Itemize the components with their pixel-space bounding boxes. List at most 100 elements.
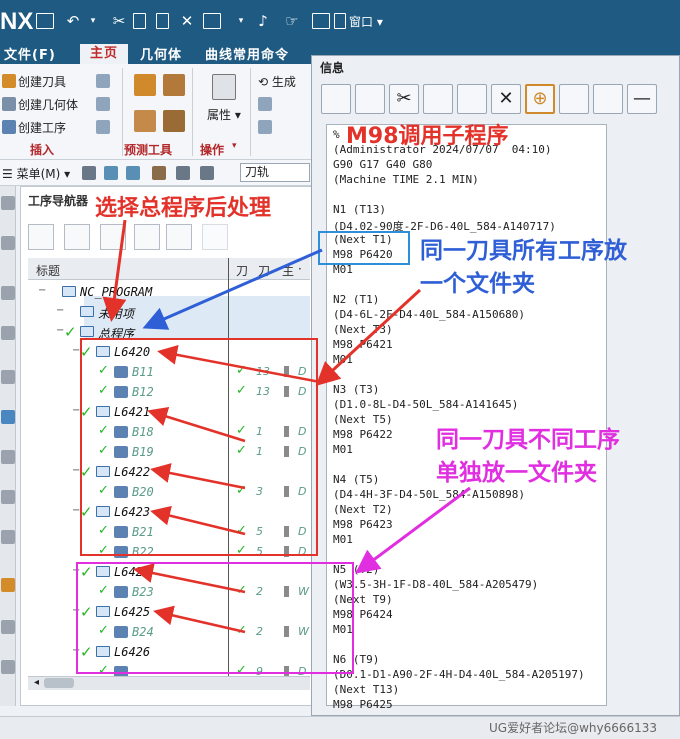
- copy-icon[interactable]: [133, 13, 146, 29]
- menu-button[interactable]: ☰ 菜单(M) ▾: [2, 165, 70, 182]
- code-line: N2 (T1): [333, 293, 380, 306]
- row-label: 未用项: [98, 307, 135, 321]
- annotation-select-post: 选择总程序后处理: [95, 196, 272, 221]
- show-icon[interactable]: [104, 166, 118, 180]
- binoculars-icon[interactable]: [559, 84, 589, 114]
- group-insert-label: 插入: [30, 143, 55, 157]
- create-geometry-button[interactable]: 创建几何体: [18, 96, 78, 113]
- resource-icon-1[interactable]: [1, 196, 15, 210]
- preview-tool-icon-1[interactable]: [134, 74, 156, 96]
- preview-tool-icon-4[interactable]: [163, 110, 185, 132]
- undo-dropdown-icon[interactable]: ▾: [84, 13, 102, 29]
- touch-mode-icon[interactable]: ☞: [283, 13, 301, 29]
- minimize-icon[interactable]: —: [627, 84, 657, 114]
- annotation-box-blue: [318, 231, 410, 265]
- create-program-button[interactable]: [166, 224, 192, 250]
- selection-filter-field[interactable]: 刀轨: [240, 163, 310, 182]
- resource-icon-2[interactable]: [1, 236, 15, 250]
- column-tool-1[interactable]: 刀: [236, 262, 248, 279]
- select-icon[interactable]: [200, 166, 214, 180]
- repeat-dropdown-icon[interactable]: ▾: [232, 13, 250, 29]
- paste-icon[interactable]: [156, 13, 169, 29]
- program-view-button[interactable]: [28, 224, 54, 250]
- ribbon-small-icon-5[interactable]: [258, 120, 272, 134]
- switch-window-icon[interactable]: [312, 13, 330, 29]
- annotation-same-tool-1: 同一刀具所有工序放: [420, 238, 627, 264]
- resource-icon-3[interactable]: [1, 286, 15, 300]
- folder-icon: [62, 286, 76, 297]
- delete-icon[interactable]: ✕: [178, 13, 196, 29]
- delete-button[interactable]: [202, 224, 228, 250]
- code-line: M01: [333, 353, 353, 366]
- resource-icon-10[interactable]: [1, 578, 15, 592]
- resource-icon-9[interactable]: [1, 530, 15, 544]
- code-line: M98 P6425: [333, 698, 393, 711]
- attributes-icon[interactable]: [212, 74, 236, 100]
- tab-home[interactable]: 主页: [80, 44, 129, 64]
- column-tool-2[interactable]: 刀: [258, 262, 270, 279]
- save-info-icon[interactable]: [321, 84, 351, 114]
- annotation-diff-op-2: 单独放一文件夹: [436, 460, 597, 486]
- preview-tool-icon-3[interactable]: [134, 110, 156, 132]
- filter-icon[interactable]: [176, 166, 190, 180]
- expand-toggle-icon[interactable]: −: [38, 285, 46, 296]
- copy-info-icon[interactable]: [423, 84, 453, 114]
- repeat-command-icon[interactable]: [203, 13, 221, 29]
- resource-icon-5[interactable]: [1, 370, 15, 384]
- link-icon[interactable]: [152, 166, 166, 180]
- info-side-area: [608, 124, 668, 706]
- tab-file[interactable]: 文件(F): [4, 44, 56, 63]
- ribbon-small-icon-1[interactable]: [96, 74, 110, 88]
- wrap-text-icon[interactable]: [593, 84, 623, 114]
- expand-toggle-icon[interactable]: −: [56, 305, 64, 316]
- paste-info-icon[interactable]: [457, 84, 487, 114]
- ribbon-small-icon-2[interactable]: [96, 97, 110, 111]
- ribbon-divider: [192, 68, 193, 156]
- code-line: M98 P6421: [333, 338, 393, 351]
- create-operation-button[interactable]: 创建工序: [18, 119, 66, 136]
- create-operation-icon: [2, 120, 16, 134]
- hide-icon[interactable]: [126, 166, 140, 180]
- cut-info-icon[interactable]: ✂: [389, 84, 419, 114]
- attributes-label: 属性: [207, 108, 232, 122]
- print-icon[interactable]: [355, 84, 385, 114]
- geometry-view-button[interactable]: [100, 224, 126, 250]
- mcs-icon[interactable]: [82, 166, 96, 180]
- navigator-tab-icon[interactable]: [1, 410, 15, 424]
- watermark: UG爱好者论坛@why6666133: [489, 721, 658, 735]
- save-icon[interactable]: [36, 13, 54, 29]
- code-line: M98 P6423: [333, 518, 393, 531]
- ribbon-small-icon-4[interactable]: [258, 97, 272, 111]
- code-line: (Next T5): [333, 413, 393, 426]
- delete-info-icon[interactable]: ✕: [491, 84, 521, 114]
- annotation-same-tool-2: 一个文件夹: [420, 271, 535, 297]
- column-main[interactable]: 主: [282, 262, 294, 279]
- preview-tool-icon-2[interactable]: [163, 74, 185, 96]
- tab-curve-commands[interactable]: 曲线常用命令: [205, 44, 289, 63]
- tab-geometry[interactable]: 几何体: [140, 44, 182, 63]
- scroll-left-icon[interactable]: ◂: [34, 677, 39, 688]
- resource-icon-8[interactable]: [1, 490, 15, 504]
- code-line: (D4-6L-2F-D4-40L_584-A150680): [333, 308, 526, 321]
- create-tool-button[interactable]: 创建刀具: [18, 73, 66, 90]
- microphone-icon[interactable]: ♪: [254, 13, 272, 29]
- undo-icon[interactable]: ↶: [64, 13, 82, 29]
- ribbon-divider: [122, 68, 123, 156]
- resource-icon-4[interactable]: [1, 326, 15, 340]
- find-icon[interactable]: ⊕: [525, 84, 555, 114]
- cut-icon[interactable]: ✂: [110, 13, 128, 29]
- resource-icon-11[interactable]: [1, 620, 15, 634]
- ribbon-small-icon-3[interactable]: [96, 120, 110, 134]
- code-line: M98 P6422: [333, 428, 393, 441]
- window-icon[interactable]: [334, 13, 346, 29]
- window-menu[interactable]: 窗口 ▾: [349, 13, 383, 30]
- tool-view-button[interactable]: [64, 224, 90, 250]
- scrollbar-thumb[interactable]: [44, 678, 74, 688]
- column-title[interactable]: 标题: [36, 262, 60, 279]
- operations-dropdown-icon[interactable]: ▾: [232, 141, 237, 151]
- resource-icon-7[interactable]: [1, 450, 15, 464]
- resource-icon-12[interactable]: [1, 660, 15, 674]
- generate-button[interactable]: ⟲ 生成: [258, 73, 296, 90]
- method-view-button[interactable]: [134, 224, 160, 250]
- attributes-button[interactable]: 属性 ▾: [207, 106, 241, 123]
